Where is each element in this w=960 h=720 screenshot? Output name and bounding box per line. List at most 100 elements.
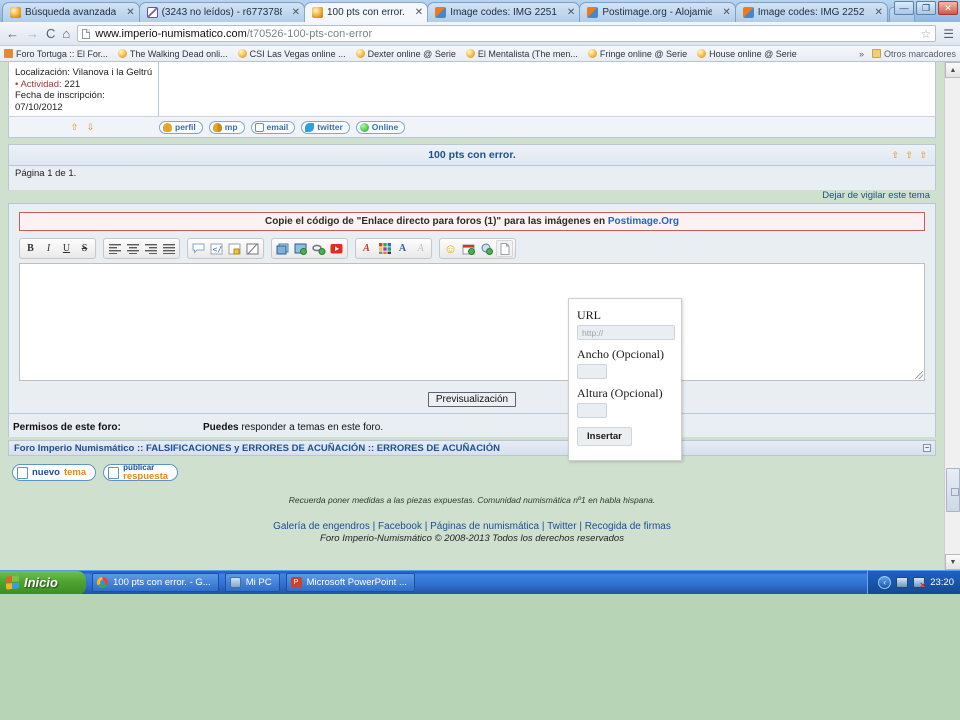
home-icon[interactable]: ⌂ [62, 27, 70, 40]
scroll-down-arrow[interactable]: ▼ [945, 554, 960, 570]
tray-expand-icon[interactable]: ‹ [878, 576, 892, 589]
search-icon[interactable] [478, 240, 495, 257]
taskbar-item-label: 100 pts con error. - G... [113, 577, 211, 588]
hide-icon[interactable] [244, 240, 261, 257]
italic-icon[interactable]: I [40, 240, 57, 257]
font-italic-red-icon[interactable]: A [358, 240, 375, 257]
align-left-icon[interactable] [106, 240, 123, 257]
profile-button[interactable]: perfil [159, 120, 203, 134]
footer-link-3[interactable]: Twitter [547, 521, 576, 532]
taskbar-item-chrome[interactable]: 100 pts con error. - G... [92, 573, 219, 592]
remove-format-icon[interactable]: A [412, 240, 429, 257]
align-justify-icon[interactable] [160, 240, 177, 257]
insert-link-icon[interactable] [310, 240, 327, 257]
breadcrumb-text[interactable]: Foro Imperio Numismático :: FALSIFICACIO… [14, 443, 500, 454]
windows-taskbar: Inicio 100 pts con error. - G... Mi PC P… [0, 570, 960, 595]
post-reply-button[interactable]: publicar respuesta [103, 463, 179, 481]
quote-icon[interactable] [190, 240, 207, 257]
tab-close-icon[interactable]: ✕ [116, 7, 134, 18]
footer-link-0[interactable]: Galería de engendros [273, 521, 370, 532]
footer-link-4[interactable]: Recogida de firmas [585, 521, 671, 532]
system-tray: ‹ 23:20 [867, 570, 960, 595]
toolbar-group-extras: ☺ [439, 238, 516, 259]
bookmark-item-3[interactable]: Dexter online @ Serie [355, 49, 456, 59]
online-status-badge[interactable]: Online [355, 120, 406, 134]
twitter-button[interactable]: twitter [301, 120, 350, 134]
underline-icon[interactable]: U [58, 240, 75, 257]
topic-nav-arrows[interactable]: ⇧ ⇧ ⇧ [891, 150, 929, 161]
mp-button[interactable]: mp [208, 120, 245, 134]
bookmarks-overflow-chevron[interactable]: » [859, 49, 864, 59]
postimage-link[interactable]: Postimage.Org [608, 216, 679, 227]
insert-table-icon[interactable] [274, 240, 291, 257]
reload-icon[interactable]: C [46, 27, 55, 40]
browser-tab-1[interactable]: (3243 no leídos) - r6773788 ✕ [138, 2, 305, 22]
taskbar-item-powerpoint[interactable]: P Microsoft PowerPoint ... [285, 573, 415, 592]
tab-close-icon[interactable]: ✕ [864, 7, 882, 18]
minimize-button[interactable]: — [894, 1, 914, 15]
post-user-info: Localización: Vilanova i la Geltrú • Act… [8, 62, 936, 116]
calendar-icon[interactable] [460, 240, 477, 257]
address-bar[interactable]: www.imperio-numismatico.com/t70526-100-p… [77, 25, 937, 42]
align-center-icon[interactable] [124, 240, 141, 257]
post-textarea[interactable] [19, 263, 925, 381]
other-bookmarks-folder[interactable]: Otros marcadores [871, 49, 956, 59]
font-size-icon[interactable]: A [394, 240, 411, 257]
clock[interactable]: 23:20 [930, 577, 954, 588]
bookmark-item-5[interactable]: Fringe online @ Serie [587, 49, 687, 59]
footer-link-1[interactable]: Facebook [378, 521, 422, 532]
smiley-icon[interactable]: ☺ [442, 240, 459, 257]
vertical-scrollbar[interactable]: ▲ ▼ [944, 62, 960, 570]
browser-tab-4[interactable]: Postimage.org - Alojamiento ✕ [579, 2, 736, 22]
browser-tab-5[interactable]: Image codes: IMG 2252 ✕ [734, 2, 888, 22]
taskbar-item-mipc[interactable]: Mi PC [224, 573, 280, 592]
spoiler-icon[interactable] [226, 240, 243, 257]
breadcrumb-collapse-icon[interactable]: − [923, 444, 931, 452]
scrollbar-thumb[interactable] [946, 468, 960, 512]
scroll-up-arrow[interactable]: ▲ [945, 62, 960, 78]
forward-icon[interactable]: → [26, 27, 39, 40]
bookmark-star-icon[interactable]: ☆ [920, 27, 931, 41]
email-button[interactable]: email [250, 120, 296, 134]
network-error-icon[interactable] [913, 577, 926, 590]
browser-tab-2[interactable]: 100 pts con error. ✕ [303, 2, 429, 22]
start-button[interactable]: Inicio [0, 570, 86, 595]
page-icon[interactable] [496, 240, 513, 257]
browser-tab-0[interactable]: Búsqueda avanzada ✕ [2, 2, 140, 22]
stop-watching-link[interactable]: Dejar de vigilar este tema [822, 190, 930, 201]
tab-close-icon[interactable]: ✕ [282, 7, 300, 18]
bookmark-item-1[interactable]: The Walking Dead onli... [117, 49, 228, 59]
tab-close-icon[interactable]: ✕ [712, 7, 730, 18]
post-profile-bar: ⇧ ⇩ perfil mp email twitter Online [8, 116, 936, 138]
chrome-menu-icon[interactable]: ☰ [943, 27, 954, 41]
align-right-icon[interactable] [142, 240, 159, 257]
font-color-icon[interactable] [376, 240, 393, 257]
browser-tab-3[interactable]: Image codes: IMG 2251 ✕ [427, 2, 581, 22]
insert-image-icon[interactable] [292, 240, 309, 257]
post-nav-arrows[interactable]: ⇧ ⇩ [9, 122, 159, 133]
bookmark-item-6[interactable]: House online @ Serie [697, 49, 797, 59]
bold-icon[interactable]: B [22, 240, 39, 257]
maximize-button[interactable]: ❐ [916, 1, 936, 15]
new-topic-button[interactable]: nuevo tema [12, 464, 97, 481]
height-input[interactable] [577, 403, 607, 418]
link-separator: | [372, 521, 376, 532]
tab-close-icon[interactable]: ✕ [557, 7, 575, 18]
close-button[interactable]: ✕ [938, 1, 958, 15]
bookmark-item-2[interactable]: CSI Las Vegas online ... [237, 49, 346, 59]
insert-youtube-icon[interactable] [328, 240, 345, 257]
code-icon[interactable]: </ [208, 240, 225, 257]
network-icon[interactable] [896, 577, 909, 588]
width-input[interactable] [577, 364, 607, 379]
back-icon[interactable]: ← [6, 27, 19, 40]
insert-button[interactable]: Insertar [577, 427, 632, 446]
tab-close-icon[interactable]: ✕ [405, 7, 423, 18]
footer-link-2[interactable]: Páginas de numismática [430, 521, 539, 532]
bookmark-item-0[interactable]: Foro Tortuga :: El For... [4, 49, 108, 59]
textarea-resize-handle[interactable] [915, 371, 923, 379]
preview-button[interactable]: Previsualización [427, 392, 517, 407]
strikethrough-icon[interactable]: S [76, 240, 93, 257]
desktop-background [0, 594, 960, 720]
bookmark-item-4[interactable]: El Mentalista (The men... [465, 49, 578, 59]
url-input[interactable]: http:// [577, 325, 675, 340]
